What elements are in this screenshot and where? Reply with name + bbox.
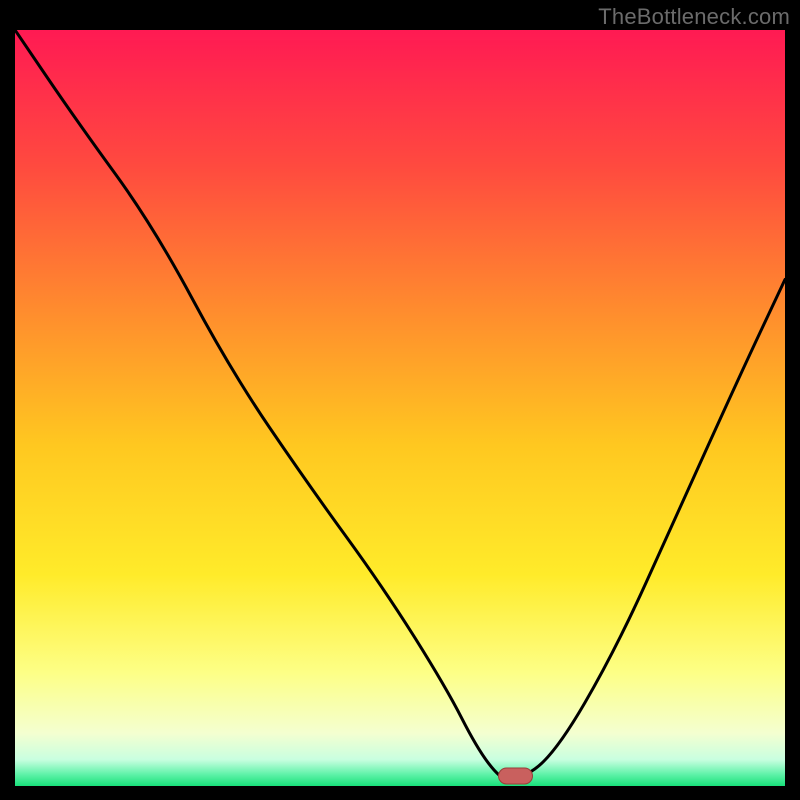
chart-plot-area [15, 30, 785, 786]
chart-background-gradient [15, 30, 785, 786]
watermark-text: TheBottleneck.com [598, 4, 790, 30]
app-frame: TheBottleneck.com [0, 0, 800, 800]
bottleneck-chart [15, 30, 785, 786]
optimum-marker [499, 768, 533, 784]
